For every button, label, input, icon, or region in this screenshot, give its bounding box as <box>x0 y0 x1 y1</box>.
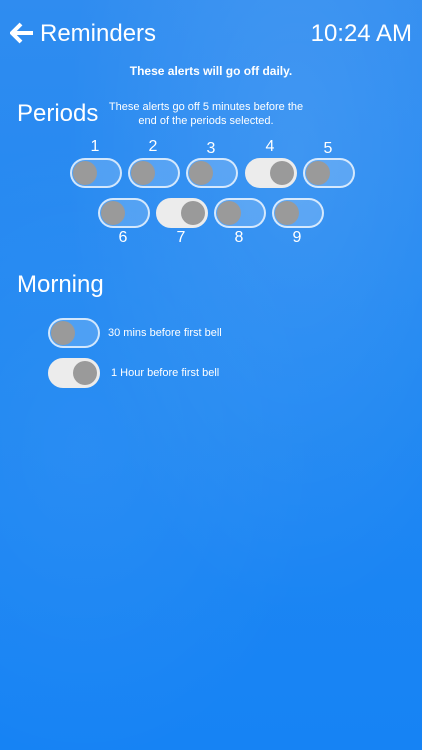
period-number: 3 <box>206 140 216 157</box>
toggle-knob <box>306 161 330 185</box>
period-toggle-4[interactable] <box>245 158 297 188</box>
period-toggle-9[interactable] <box>272 198 324 228</box>
toggle-knob <box>189 161 213 185</box>
period-number: 6 <box>118 229 128 246</box>
period-toggle-3[interactable] <box>186 158 238 188</box>
toggle-knob <box>270 161 294 185</box>
arrow-left-icon[interactable] <box>10 22 34 44</box>
period-number: 8 <box>234 229 244 246</box>
period-toggle-5[interactable] <box>303 158 355 188</box>
toggle-knob <box>181 201 205 225</box>
morning-toggle-30-mins[interactable] <box>48 318 100 348</box>
toggle-knob <box>73 161 97 185</box>
toggle-knob <box>131 161 155 185</box>
period-toggle-8[interactable] <box>214 198 266 228</box>
toggle-knob <box>275 201 299 225</box>
period-toggle-1[interactable] <box>70 158 122 188</box>
period-number: 4 <box>265 138 275 155</box>
page-title: Reminders <box>40 20 157 47</box>
morning-toggle-1-hour[interactable] <box>48 358 100 388</box>
clock-time: 10:24 AM <box>310 20 412 47</box>
toggle-knob <box>51 321 75 345</box>
toggle-knob <box>101 201 125 225</box>
morning-option-label: 30 mins before first bell <box>108 327 222 339</box>
period-number: 7 <box>176 229 186 246</box>
daily-alerts-subtitle: These alerts will go off daily. <box>129 64 293 78</box>
morning-title: Morning <box>17 271 104 298</box>
period-toggle-7[interactable] <box>156 198 208 228</box>
period-number: 2 <box>148 138 158 155</box>
period-toggle-2[interactable] <box>128 158 180 188</box>
header: Reminders 10:24 AM <box>0 0 422 66</box>
period-number: 1 <box>90 138 100 155</box>
morning-option-label: 1 Hour before first bell <box>111 367 220 379</box>
periods-note: These alerts go off 5 minutes before the… <box>108 101 304 127</box>
period-number: 5 <box>323 140 333 157</box>
toggle-knob <box>217 201 241 225</box>
periods-title: Periods <box>17 100 99 127</box>
period-toggle-6[interactable] <box>98 198 150 228</box>
period-number: 9 <box>292 229 302 246</box>
toggle-knob <box>73 361 97 385</box>
